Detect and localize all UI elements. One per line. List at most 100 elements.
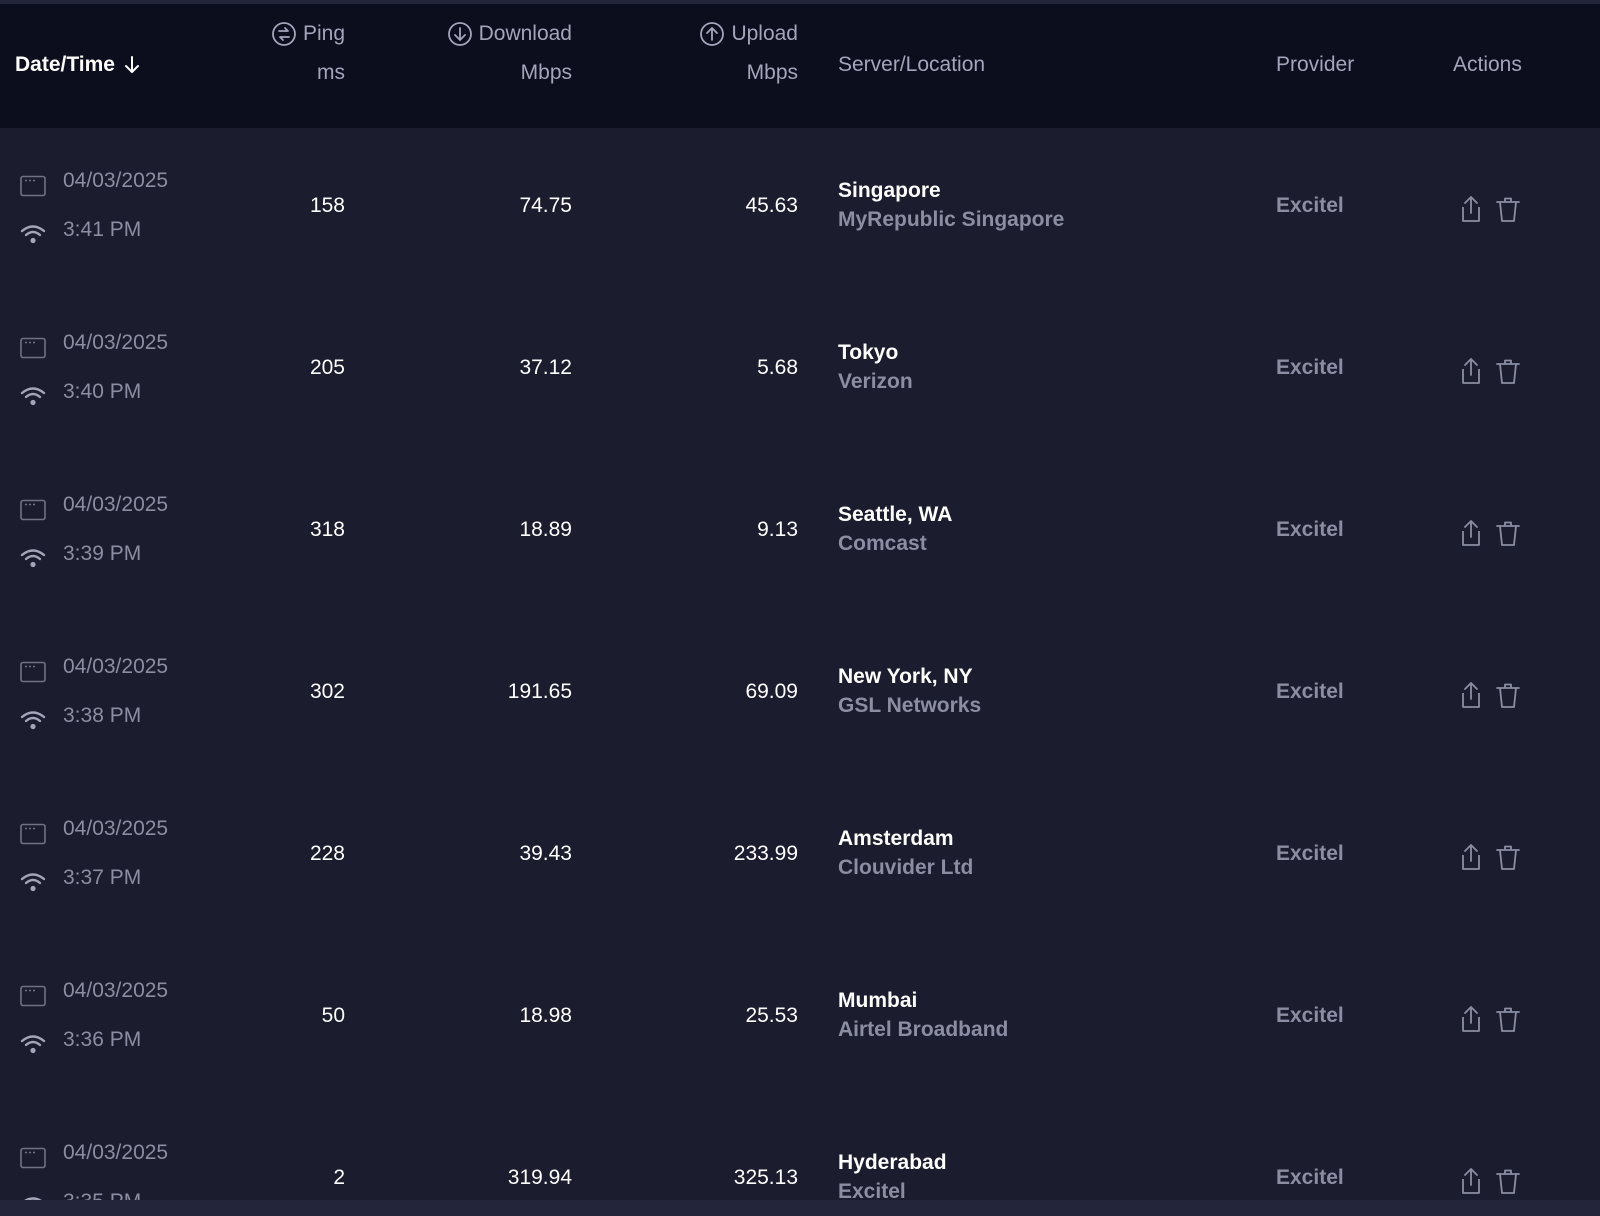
table-row[interactable]: 04/03/2025 3:41 PM 158 74.75 45.63 Singa…	[0, 128, 1600, 290]
row-download: 74.75	[519, 194, 572, 217]
row-time: 3:38 PM	[63, 704, 142, 727]
provider-column-header[interactable]: Provider	[1276, 53, 1354, 77]
row-date: 04/03/2025	[63, 1141, 169, 1164]
row-download: 39.43	[519, 842, 572, 865]
bottom-border	[0, 1200, 1600, 1216]
trash-icon[interactable]	[1495, 358, 1521, 386]
trash-icon[interactable]	[1495, 682, 1521, 710]
trash-icon[interactable]	[1495, 520, 1521, 548]
row-ping: 205	[309, 356, 345, 379]
trash-icon[interactable]	[1495, 1006, 1521, 1034]
row-upload: 325.13	[733, 1166, 798, 1189]
table-row[interactable]: 04/03/2025 3:35 PM 2 319.94 325.13 Hyder…	[0, 1100, 1600, 1200]
row-server-isp: Clouvider Ltd	[838, 856, 974, 879]
row-server-city: Hyderabad	[838, 1151, 947, 1174]
row-date: 04/03/2025	[63, 169, 169, 192]
row-time: 3:40 PM	[63, 380, 142, 403]
row-date: 04/03/2025	[63, 979, 169, 1002]
row-server-city: Tokyo	[838, 341, 899, 364]
row-server-isp: MyRepublic Singapore	[838, 208, 1065, 231]
calendar-icon	[20, 1147, 46, 1169]
row-time: 3:35 PM	[63, 1190, 141, 1200]
trash-icon[interactable]	[1495, 196, 1521, 224]
share-icon[interactable]	[1458, 1005, 1484, 1033]
row-time: 3:39 PM	[63, 542, 142, 565]
table-row[interactable]: 04/03/2025 3:40 PM 205 37.12 5.68 Tokyo …	[0, 290, 1600, 452]
row-provider: Excitel	[1276, 1166, 1344, 1189]
row-upload: 5.68	[757, 356, 798, 379]
calendar-icon	[20, 337, 46, 359]
upload-unit-label: Mbps	[746, 61, 798, 84]
wifi-icon	[20, 549, 46, 568]
calendar-icon	[20, 985, 46, 1007]
row-ping: 318	[309, 518, 345, 541]
calendar-icon	[20, 499, 46, 521]
calendar-icon	[20, 175, 46, 197]
row-upload: 9.13	[757, 518, 798, 541]
upload-icon	[700, 22, 725, 46]
row-server-isp: Airtel Broadband	[838, 1018, 1009, 1041]
row-provider: Excitel	[1276, 356, 1344, 379]
datetime-header-label: Date/Time	[15, 53, 115, 76]
row-download: 18.89	[519, 518, 572, 541]
arrow-down-icon	[125, 56, 139, 73]
row-download: 18.98	[519, 1004, 572, 1027]
row-server-city: Mumbai	[838, 989, 918, 1012]
row-upload: 25.53	[745, 1004, 798, 1027]
row-provider: Excitel	[1276, 1004, 1344, 1027]
row-provider: Excitel	[1276, 842, 1344, 865]
share-icon[interactable]	[1458, 681, 1484, 709]
ping-unit-label: ms	[317, 61, 345, 84]
server-column-header[interactable]: Server/Location	[838, 53, 985, 77]
actions-column-header: Actions	[1453, 53, 1522, 76]
row-time: 3:37 PM	[63, 866, 142, 889]
share-icon[interactable]	[1458, 1167, 1484, 1195]
row-server-isp: GSL Networks	[838, 694, 982, 717]
row-download: 319.94	[507, 1166, 572, 1189]
row-date: 04/03/2025	[63, 655, 169, 678]
row-ping: 50	[321, 1004, 345, 1027]
wifi-icon	[20, 711, 46, 730]
wifi-icon	[20, 225, 46, 244]
results-table: Date/Time Ping ms Download Mbps Upload M…	[0, 4, 1600, 1200]
share-icon[interactable]	[1458, 519, 1484, 547]
share-icon[interactable]	[1458, 357, 1484, 385]
row-server-isp: Verizon	[838, 370, 913, 393]
share-icon[interactable]	[1458, 195, 1484, 223]
row-server-isp: Comcast	[838, 532, 927, 555]
row-server-city: New York, NY	[838, 665, 973, 688]
upload-header-label: Upload	[731, 22, 798, 45]
table-row[interactable]: 04/03/2025 3:36 PM 50 18.98 25.53 Mumbai…	[0, 938, 1600, 1100]
row-provider: Excitel	[1276, 194, 1344, 217]
trash-icon[interactable]	[1495, 1168, 1521, 1196]
row-upload: 69.09	[745, 680, 798, 703]
table-header: Date/Time Ping ms Download Mbps Upload M…	[0, 4, 1600, 128]
table-row[interactable]: 04/03/2025 3:39 PM 318 18.89 9.13 Seattl…	[0, 452, 1600, 614]
row-date: 04/03/2025	[63, 493, 169, 516]
wifi-icon	[20, 873, 46, 892]
wifi-icon	[20, 387, 46, 406]
row-date: 04/03/2025	[63, 331, 169, 354]
ping-header-label: Ping	[302, 22, 345, 45]
row-date: 04/03/2025	[63, 817, 169, 840]
download-column-header[interactable]: Download Mbps	[400, 19, 572, 85]
share-icon[interactable]	[1458, 843, 1484, 871]
table-row[interactable]: 04/03/2025 3:38 PM 302 191.65 69.09 New …	[0, 614, 1600, 776]
wifi-icon	[20, 1035, 46, 1054]
row-download: 37.12	[519, 356, 572, 379]
row-upload: 233.99	[733, 842, 798, 865]
row-ping: 2	[333, 1166, 345, 1189]
row-ping: 228	[309, 842, 345, 865]
datetime-column-header[interactable]: Date/Time	[15, 53, 141, 77]
row-time: 3:36 PM	[63, 1028, 142, 1051]
trash-icon[interactable]	[1495, 844, 1521, 872]
row-ping: 158	[309, 194, 345, 217]
calendar-icon	[20, 661, 46, 683]
table-row[interactable]: 04/03/2025 3:37 PM 228 39.43 233.99 Amst…	[0, 776, 1600, 938]
row-ping: 302	[309, 680, 345, 703]
upload-column-header[interactable]: Upload Mbps	[640, 19, 798, 85]
download-header-label: Download	[478, 22, 572, 45]
row-time: 3:41 PM	[63, 218, 142, 241]
ping-column-header[interactable]: Ping ms	[230, 19, 345, 85]
row-upload: 45.63	[745, 194, 798, 217]
